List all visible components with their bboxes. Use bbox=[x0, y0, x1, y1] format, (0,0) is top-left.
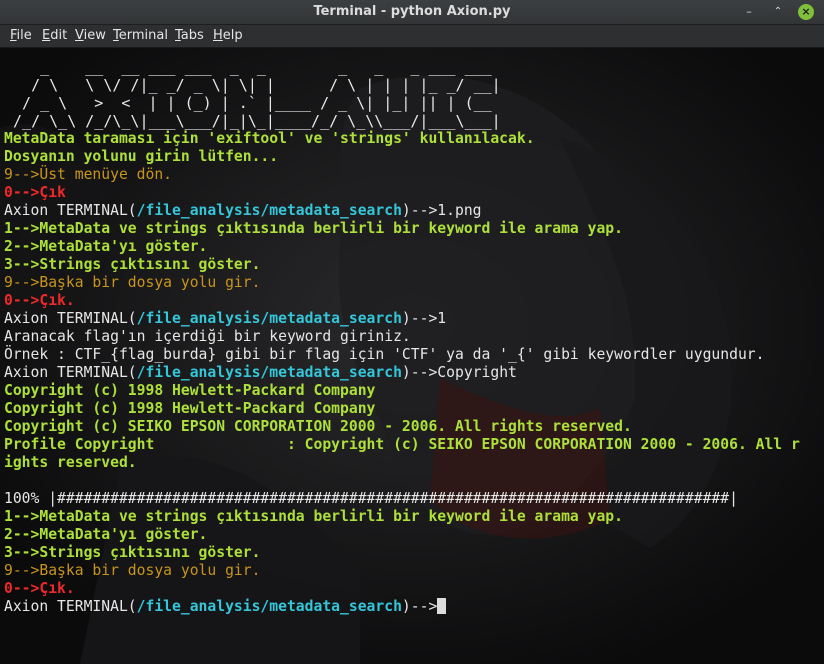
terminal-line: 0-->Çık. bbox=[4, 580, 800, 598]
terminal-line: Dosyanın yolunu girin lütfen... bbox=[4, 148, 800, 166]
terminal-line: Axion TERMINAL(/file_analysis/metadata_s… bbox=[4, 364, 800, 382]
path-text: /file_analysis/metadata_search bbox=[136, 364, 402, 381]
terminal-line: Örnek : CTF_{flag_burda} gibi bir flag i… bbox=[4, 346, 800, 364]
line-segment: Copyright (c) 1998 Hewlett-Packard Compa… bbox=[4, 400, 376, 417]
line-segment: 9-->Başka bir dosya yolu gir. bbox=[4, 274, 261, 291]
line-segment: Copyright (c) SEIKO EPSON CORPORATION 20… bbox=[4, 418, 632, 435]
line-segment: 9-->Üst menüye dön. bbox=[4, 166, 173, 183]
line-segment: 1-->MetaData ve strings çıktısında berli… bbox=[4, 220, 623, 237]
close-icon[interactable]: × bbox=[798, 4, 814, 20]
line-segment: 1-->MetaData ve strings çıktısında berli… bbox=[4, 508, 623, 525]
terminal-line: Copyright (c) 1998 Hewlett-Packard Compa… bbox=[4, 382, 800, 400]
menu-mnemonic: H bbox=[213, 28, 223, 43]
line-segment: ights reserved. bbox=[4, 454, 137, 471]
terminal-line: 100% |##################################… bbox=[4, 490, 800, 508]
terminal-line: 3-->Strings çıktısını göster. bbox=[4, 256, 800, 274]
terminal-line: 9-->Üst menüye dön. bbox=[4, 166, 800, 184]
line-segment: Örnek : CTF_{flag_burda} gibi bir flag i… bbox=[4, 346, 765, 363]
line-segment: Axion TERMINAL( bbox=[4, 310, 137, 327]
terminal-line: 0-->Çık. bbox=[4, 292, 800, 310]
path-text: /file_analysis/metadata_search bbox=[136, 598, 402, 615]
maximize-icon[interactable]: ⌃ bbox=[770, 4, 786, 20]
terminal-line: ights reserved. bbox=[4, 454, 800, 472]
menu-tabs[interactable]: Tabs bbox=[175, 28, 204, 43]
menu-label-rest: erminal bbox=[118, 28, 168, 43]
path-text: /file_analysis/metadata_search bbox=[136, 310, 402, 327]
line-segment: )--> bbox=[401, 598, 438, 615]
ascii-banner-line: _ __ __ ___ ___ _ _ _ _ _ ___ ___ bbox=[4, 58, 501, 76]
line-segment: 0-->Çık bbox=[4, 184, 66, 201]
terminal-lines: _ __ __ ___ ___ _ _ _ _ _ ___ ___ / \ \ … bbox=[4, 58, 800, 616]
terminal-line: 1-->MetaData ve strings çıktısında berli… bbox=[4, 508, 800, 526]
window-title: Terminal - python Axion.py bbox=[313, 4, 511, 19]
line-segment: 100% |##################################… bbox=[4, 490, 738, 507]
terminal-line: Axion TERMINAL(/file_analysis/metadata_s… bbox=[4, 598, 800, 616]
terminal-output[interactable]: _ __ __ ___ ___ _ _ _ _ _ ___ ___ / \ \ … bbox=[0, 48, 824, 664]
menu-label-rest: dit bbox=[50, 28, 68, 43]
menu-label-rest: ile bbox=[16, 28, 32, 43]
line-segment: 2-->MetaData'yı göster. bbox=[4, 526, 208, 543]
menu-view[interactable]: View bbox=[75, 28, 106, 43]
line-segment: Axion TERMINAL( bbox=[4, 202, 137, 219]
title-bar[interactable]: Terminal - python Axion.py – ⌃ × bbox=[0, 0, 824, 25]
line-segment: 0-->Çık. bbox=[4, 580, 75, 597]
menu-edit[interactable]: Edit bbox=[42, 28, 67, 43]
line-segment: 3-->Strings çıktısını göster. bbox=[4, 256, 261, 273]
path-text: /file_analysis/metadata_search bbox=[136, 202, 402, 219]
line-segment: Axion TERMINAL( bbox=[4, 364, 137, 381]
ascii-banner-line: /_/ \_\ /_/\_\|___\___/|_|\_|____/_/ \_\… bbox=[4, 112, 501, 130]
terminal-line: MetaData taraması için 'exiftool' ve 'st… bbox=[4, 130, 800, 148]
line-segment: 2-->MetaData'yı göster. bbox=[4, 238, 208, 255]
line-segment: 3-->Strings çıktısını göster. bbox=[4, 544, 261, 561]
line-segment: 9-->Başka bir dosya yolu gir. bbox=[4, 562, 261, 579]
line-segment: Copyright (c) 1998 Hewlett-Packard Compa… bbox=[4, 382, 376, 399]
terminal-line: 9-->Başka bir dosya yolu gir. bbox=[4, 274, 800, 292]
line-segment: Profile Copyright : Copyright (c) SEIKO … bbox=[4, 436, 800, 453]
menu-help[interactable]: Help bbox=[213, 28, 243, 43]
line-segment: )-->Copyright bbox=[401, 364, 517, 381]
menu-label-rest: elp bbox=[222, 28, 243, 43]
terminal-line: Aranacak flag'ın içerdiği bir keyword gi… bbox=[4, 328, 800, 346]
terminal-line: 2-->MetaData'yı göster. bbox=[4, 238, 800, 256]
terminal-line: Copyright (c) SEIKO EPSON CORPORATION 20… bbox=[4, 418, 800, 436]
ascii-banner-line: / \ \ \/ /|_ _/ _ \| \| | / \ | | | |_ _… bbox=[4, 76, 501, 94]
menu-mnemonic: V bbox=[75, 28, 84, 43]
line-segment: MetaData taraması için 'exiftool' ve 'st… bbox=[4, 130, 535, 147]
menu-file[interactable]: File bbox=[10, 28, 32, 43]
terminal-line: 0-->Çık bbox=[4, 184, 800, 202]
terminal-window: Terminal - python Axion.py – ⌃ × File Edi… bbox=[0, 0, 824, 664]
terminal-line: Copyright (c) 1998 Hewlett-Packard Compa… bbox=[4, 400, 800, 418]
terminal-line: 2-->MetaData'yı göster. bbox=[4, 526, 800, 544]
menu-terminal[interactable]: Terminal bbox=[113, 28, 168, 43]
menu-label-rest: abs bbox=[180, 28, 204, 43]
menu-mnemonic: E bbox=[42, 28, 51, 43]
line-segment: )-->1.png bbox=[401, 202, 482, 219]
terminal-line: 1-->MetaData ve strings çıktısında berli… bbox=[4, 220, 800, 238]
line-segment: 0-->Çık. bbox=[4, 292, 75, 309]
line-segment: Dosyanın yolunu girin lütfen... bbox=[4, 148, 279, 165]
terminal-line: Axion TERMINAL(/file_analysis/metadata_s… bbox=[4, 202, 800, 220]
terminal-line: Profile Copyright : Copyright (c) SEIKO … bbox=[4, 436, 800, 454]
menu-label-rest: iew bbox=[83, 28, 106, 43]
line-segment: Axion TERMINAL( bbox=[4, 598, 137, 615]
ascii-banner-line: / _ \ > < | | (_) | .` |____ / _ \| |_| … bbox=[4, 94, 501, 112]
menu-bar: File Edit View Terminal Tabs Help bbox=[0, 25, 824, 48]
line-segment: Aranacak flag'ın içerdiği bir keyword gi… bbox=[4, 328, 411, 345]
terminal-line: 3-->Strings çıktısını göster. bbox=[4, 544, 800, 562]
minimize-icon[interactable]: – bbox=[741, 4, 757, 20]
terminal-line: Axion TERMINAL(/file_analysis/metadata_s… bbox=[4, 310, 800, 328]
terminal-line: 9-->Başka bir dosya yolu gir. bbox=[4, 562, 800, 580]
line-segment: )-->1 bbox=[401, 310, 447, 327]
text-cursor[interactable] bbox=[437, 598, 447, 614]
